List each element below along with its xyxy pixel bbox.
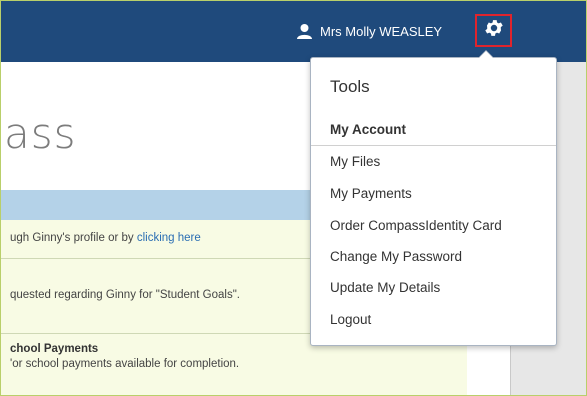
- top-navigation-bar: Mrs Molly WEASLEY: [0, 0, 587, 62]
- menu-item-my-files[interactable]: My Files: [330, 154, 380, 169]
- menu-item-my-payments[interactable]: My Payments: [330, 186, 412, 201]
- menu-item-update-details[interactable]: Update My Details: [330, 280, 440, 295]
- notice-item[interactable]: chool Payments 'or school payments avail…: [0, 343, 467, 370]
- menu-title: Tools: [330, 77, 370, 96]
- compass-logo-text: ass: [4, 109, 77, 158]
- notice-text: ugh Ginny's profile or by: [10, 232, 137, 244]
- tools-dropdown-menu: Tools My Account My Files My Payments Or…: [310, 50, 557, 346]
- user-profile[interactable]: Mrs Molly WEASLEY: [296, 20, 442, 42]
- clicking-here-link[interactable]: clicking here: [137, 232, 201, 244]
- notice-text: quested regarding Ginny for "Student Goa…: [10, 289, 240, 301]
- menu-item-order-identity-card[interactable]: Order CompassIdentity Card: [330, 218, 502, 233]
- user-icon: [296, 23, 313, 40]
- user-name: Mrs Molly WEASLEY: [320, 23, 443, 39]
- menu-divider: [311, 145, 556, 146]
- gear-icon: [483, 17, 505, 44]
- menu-item-change-password[interactable]: Change My Password: [330, 249, 462, 264]
- menu-item-my-account[interactable]: My Account: [330, 122, 406, 137]
- menu-item-logout[interactable]: Logout: [330, 312, 371, 327]
- notice-text: 'or school payments available for comple…: [10, 358, 240, 370]
- settings-button[interactable]: [475, 14, 512, 47]
